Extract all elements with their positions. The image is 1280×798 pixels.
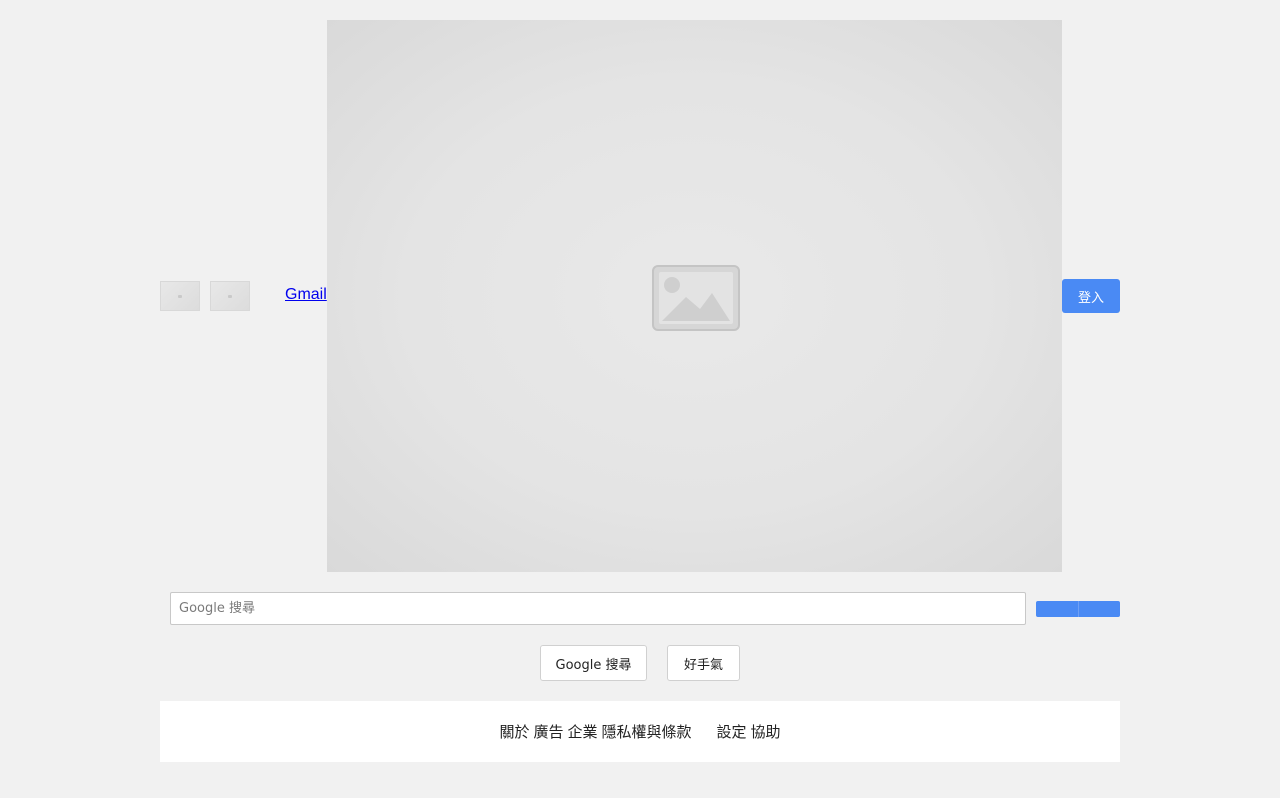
footer-right-links: 設定 協助: [717, 721, 781, 742]
image-dot: [228, 294, 232, 298]
search-input[interactable]: [170, 592, 1026, 625]
signin-button[interactable]: 登入: [1062, 279, 1120, 313]
broken-image-icon[interactable]: [210, 281, 250, 311]
footer-link-about[interactable]: 關於: [499, 721, 529, 742]
broken-image-icon[interactable]: [160, 281, 200, 311]
footer-left-links: 關於 廣告 企業 隱私權與條款: [499, 721, 691, 742]
feeling-lucky-button[interactable]: 好手氣: [667, 645, 740, 681]
google-search-button[interactable]: Google 搜尋: [540, 645, 647, 681]
hero-image: [327, 20, 1062, 572]
footer: 關於 廣告 企業 隱私權與條款 設定 協助: [160, 701, 1120, 762]
footer-link-business[interactable]: 企業: [567, 721, 597, 742]
image-placeholder-icon: [652, 265, 740, 331]
footer-link-advertising[interactable]: 廣告: [533, 721, 563, 742]
gmail-link[interactable]: Gmail: [285, 286, 327, 304]
search-option-button[interactable]: [1036, 601, 1078, 617]
google-homepage: Gmail 登入 Google 搜尋 好手氣 關於 廣告 企業 隱私權與條款 設…: [0, 0, 1280, 798]
footer-link-settings[interactable]: 設定: [717, 721, 747, 742]
footer-link-privacy-terms[interactable]: 隱私權與條款: [602, 721, 692, 742]
search-option-button[interactable]: [1078, 601, 1120, 617]
footer-link-help[interactable]: 協助: [751, 721, 781, 742]
image-dot: [178, 294, 182, 298]
